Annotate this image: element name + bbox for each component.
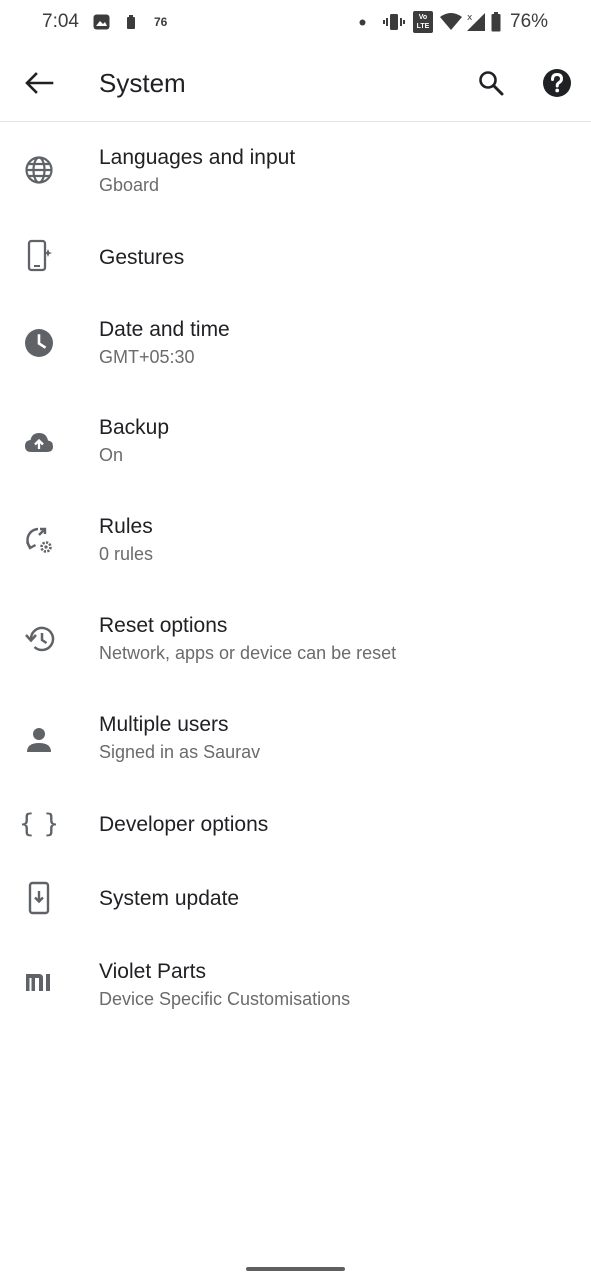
braces-icon: { } [22, 807, 56, 841]
setting-item-rules[interactable]: Rules 0 rules [0, 490, 591, 589]
setting-summary: Network, apps or device can be reset [99, 643, 397, 663]
clock-icon [22, 326, 56, 360]
signal-icon: x [467, 13, 485, 31]
setting-item-violet[interactable]: Violet Parts Device Specific Customisati… [0, 935, 591, 1034]
setting-title: Multiple users [99, 713, 229, 736]
setting-item-reset[interactable]: Reset options Network, apps or device ca… [0, 589, 591, 688]
setting-item-users[interactable]: Multiple users Signed in as Saurav [0, 688, 591, 787]
arrow-back-icon [25, 72, 54, 94]
setting-title: Violet Parts [99, 960, 206, 983]
status-bar: 7:04 76 Vo LTE x 76% [0, 0, 591, 46]
setting-title: Developer options [99, 813, 269, 836]
wifi-icon [440, 13, 462, 30]
setting-summary: Signed in as Saurav [99, 742, 261, 762]
setting-item-backup[interactable]: Backup On [0, 391, 591, 490]
app-bar: System [0, 46, 591, 122]
volte-icon: Vo LTE [413, 11, 433, 33]
history-icon [22, 622, 56, 656]
clipboard-icon [127, 15, 135, 29]
status-time: 7:04 [42, 11, 79, 32]
help-button[interactable] [540, 66, 574, 100]
page-title: System [99, 68, 186, 98]
vibrate-icon [383, 14, 405, 30]
setting-item-date-time[interactable]: Date and time GMT+05:30 [0, 293, 591, 391]
gesture-nav-handle[interactable] [246, 1267, 345, 1271]
notification-count: 76 [154, 15, 168, 29]
setting-title: Backup [99, 416, 170, 439]
setting-summary: Gboard [99, 175, 160, 195]
svg-text:x: x [467, 13, 473, 23]
search-button[interactable] [474, 66, 508, 100]
battery-icon [491, 12, 501, 32]
setting-title: Date and time [99, 318, 230, 341]
dot-icon [359, 19, 366, 26]
gesture-phone-icon [22, 239, 56, 273]
cloud-upload-icon [22, 425, 56, 459]
setting-title: Languages and input [99, 146, 296, 169]
globe-icon [22, 153, 56, 187]
search-icon [479, 71, 504, 96]
person-icon [22, 723, 56, 757]
setting-title: Rules [99, 515, 153, 538]
battery-percent: 76% [510, 11, 549, 32]
setting-summary: On [99, 445, 124, 465]
system-update-icon [22, 881, 56, 915]
setting-title: Reset options [99, 614, 228, 637]
setting-title: System update [99, 887, 240, 910]
setting-summary: Device Specific Customisations [99, 989, 351, 1009]
setting-summary: GMT+05:30 [99, 347, 195, 367]
help-icon [543, 69, 571, 97]
image-notification-icon [93, 14, 110, 30]
mi-logo-icon [22, 965, 56, 999]
setting-item-languages[interactable]: Languages and input Gboard [0, 122, 591, 219]
svg-text:{ }: { } [22, 809, 56, 839]
rules-icon [22, 523, 56, 557]
setting-item-developer[interactable]: { } Developer options [0, 787, 591, 861]
setting-title: Gestures [99, 246, 185, 269]
setting-item-gestures[interactable]: Gestures [0, 219, 591, 293]
setting-item-update[interactable]: System update [0, 861, 591, 935]
setting-summary: 0 rules [99, 544, 154, 564]
back-button[interactable] [22, 68, 56, 98]
